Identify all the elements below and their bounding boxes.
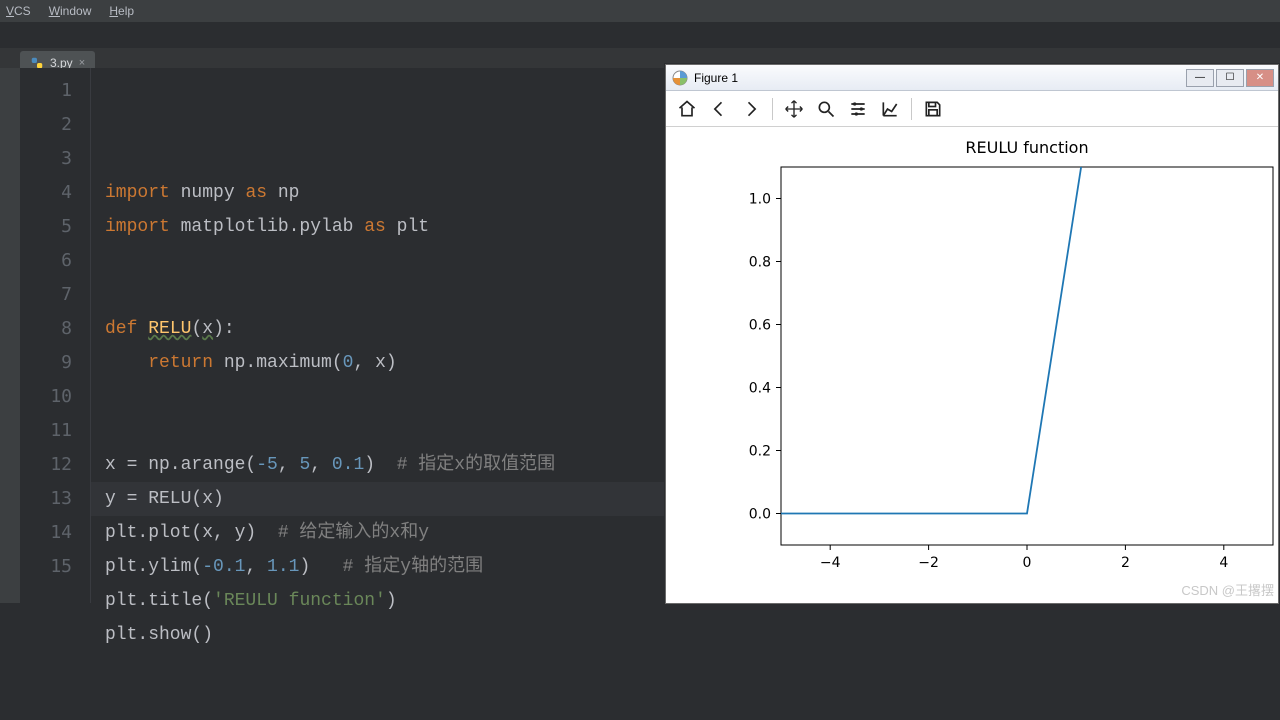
close-button[interactable]: ✕ (1246, 69, 1274, 87)
zoom-icon[interactable] (815, 98, 837, 120)
svg-text:REULU function: REULU function (965, 138, 1088, 157)
maximize-button[interactable]: ☐ (1216, 69, 1244, 87)
line-number-gutter: 123456789101112131415 (20, 68, 90, 603)
code-text: import numpy as np import matplotlib.pyl… (105, 176, 1280, 652)
minimize-button[interactable]: — (1186, 69, 1214, 87)
toolbar-separator (911, 98, 912, 120)
matplotlib-toolbar (666, 91, 1278, 127)
configure-icon[interactable] (847, 98, 869, 120)
menu-help[interactable]: Help (109, 4, 134, 18)
figure-titlebar[interactable]: Figure 1 — ☐ ✕ (666, 65, 1278, 91)
figure-window-title: Figure 1 (694, 71, 1184, 85)
tool-window-strip[interactable] (0, 68, 20, 603)
pan-icon[interactable] (783, 98, 805, 120)
menu-window[interactable]: Window (49, 4, 92, 18)
toolbar-separator (772, 98, 773, 120)
back-icon[interactable] (708, 98, 730, 120)
watermark-text: CSDN @王撂摆 (1181, 580, 1274, 599)
home-icon[interactable] (676, 98, 698, 120)
forward-icon[interactable] (740, 98, 762, 120)
save-icon[interactable] (922, 98, 944, 120)
menu-vcs[interactable]: VCS (6, 4, 31, 18)
ide-menu-bar: VCS Window Help (0, 0, 1280, 22)
matplotlib-icon (672, 70, 688, 86)
axes-icon[interactable] (879, 98, 901, 120)
